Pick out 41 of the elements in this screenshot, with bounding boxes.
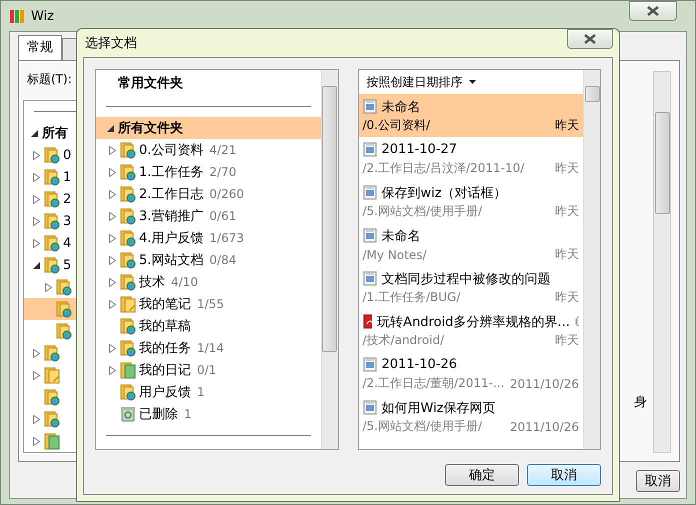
document-path: /技术/android/: [362, 332, 444, 349]
document-path: /5.网站文档/使用手册/: [362, 203, 482, 220]
window-title: Wiz: [31, 8, 54, 24]
document-date: 2011/10/26: [510, 376, 579, 390]
count-text: 1/55: [197, 297, 224, 311]
document-title: 如何用Wiz保存网页: [382, 400, 497, 416]
count-text: 1: [184, 407, 192, 421]
document-date: 昨天: [555, 203, 579, 220]
document-path: /2.工作日志/董朝/2011-...: [362, 375, 504, 392]
count-text: 1/673: [209, 231, 244, 245]
document-path: /5.网站文档/使用手册/: [362, 418, 482, 435]
side-text: 身: [634, 394, 647, 411]
list-header: 常用文件夹: [117, 74, 184, 93]
count-text: 4/21: [209, 143, 236, 157]
document-path: /1.工作任务/BUG/: [362, 289, 460, 306]
document-title: 文档同步过程中被修改的问题: [382, 270, 552, 288]
document-title: 未命名: [382, 98, 422, 116]
document-date: 昨天: [555, 160, 579, 177]
document-title: 2011-10-27: [382, 142, 458, 157]
count-text: 0/61: [209, 209, 236, 223]
count-text: 0/260: [209, 187, 244, 201]
document-date: 昨天: [555, 289, 579, 306]
document-path: /2.工作日志/吕汶泽/2011-10/: [362, 160, 524, 177]
document-title: 玩转Android多分辨率规格的界...: [377, 314, 570, 330]
document-date: 昨天: [555, 332, 579, 349]
document-path: /My Notes/: [362, 248, 427, 262]
count-text: 0/1: [197, 363, 216, 377]
document-date: 昨天: [555, 246, 579, 263]
title-label: 标题(T):: [26, 71, 72, 88]
count-text: 0/84: [209, 253, 236, 267]
document-date: 2011/10/26: [510, 420, 579, 434]
count-text: 1: [197, 385, 205, 399]
document-title: 2011-10-26: [382, 357, 458, 372]
dialog-title: 选择文档: [85, 35, 137, 52]
document-path: /0.公司资料/: [362, 117, 430, 134]
count-text: 2/70: [209, 165, 236, 179]
count-text: 4/10: [171, 275, 198, 289]
document-title: 未命名: [382, 228, 422, 244]
document-date: 昨天: [555, 117, 579, 134]
count-text: 1/14: [197, 341, 224, 355]
document-title: 保存到wiz（对话框）: [382, 184, 508, 202]
